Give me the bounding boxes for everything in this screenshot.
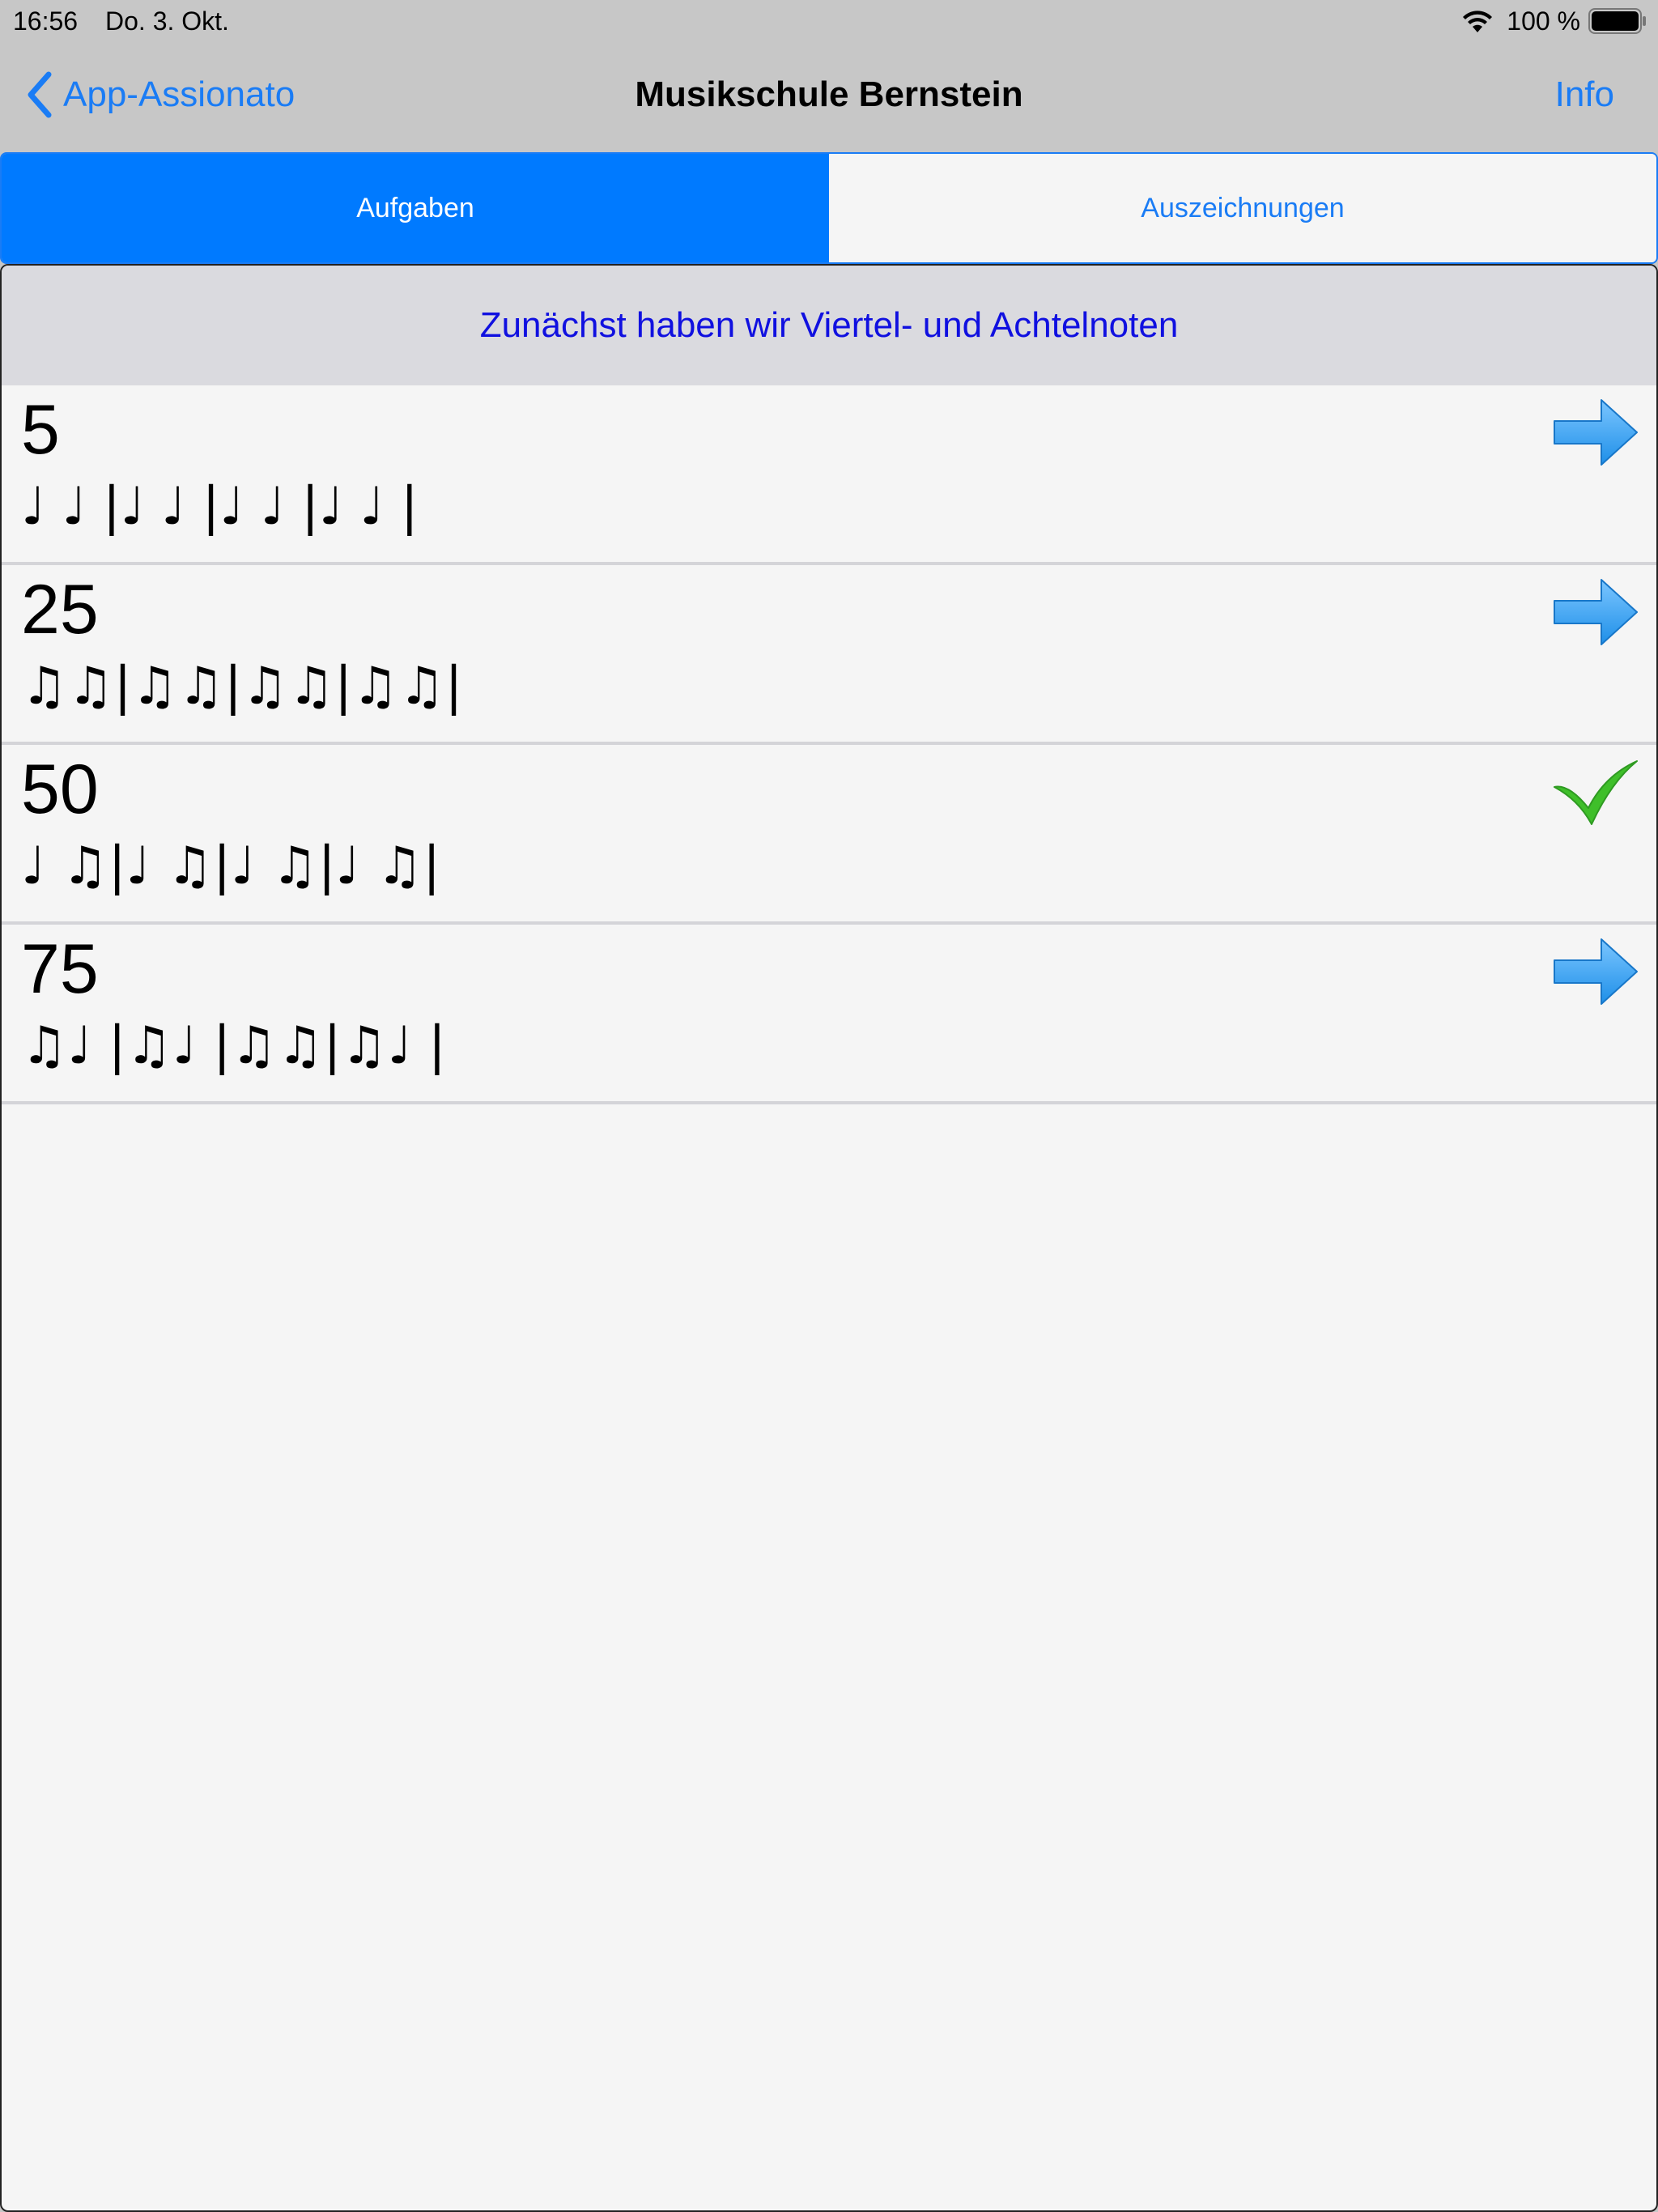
checkmark-icon	[1551, 751, 1640, 832]
task-rhythm: ♩ ♩ |♩ ♩ |♩ ♩ |♩ ♩ |	[21, 477, 419, 537]
back-button-label: App-Assionato	[63, 74, 295, 114]
arrow-right-icon	[1551, 572, 1640, 653]
task-number: 5	[21, 391, 60, 469]
tab-aufgaben[interactable]: Aufgaben	[2, 154, 829, 262]
segmented-control: Aufgaben Auszeichnungen	[0, 152, 1658, 264]
task-row-3[interactable]: 75 ♫♩ |♫♩ |♫♫|♫♩ |	[2, 925, 1656, 1104]
task-rhythm: ♫♩ |♫♩ |♫♫|♫♩ |	[21, 1016, 446, 1076]
task-number: 50	[21, 751, 99, 828]
battery-percent: 100 %	[1507, 6, 1580, 36]
status-indicators: 100 %	[1461, 5, 1647, 37]
arrow-right-icon	[1551, 931, 1640, 1012]
tab-auszeichnungen[interactable]: Auszeichnungen	[829, 154, 1656, 262]
task-list-panel: Zunächst haben wir Viertel- und Achtelno…	[0, 264, 1658, 2212]
task-number: 75	[21, 930, 99, 1008]
info-button[interactable]: Info	[1555, 74, 1614, 115]
arrow-right-icon	[1551, 392, 1640, 473]
section-header: Zunächst haben wir Viertel- und Achtelno…	[2, 266, 1656, 385]
task-row-0[interactable]: 5 ♩ ♩ |♩ ♩ |♩ ♩ |♩ ♩ |	[2, 385, 1656, 565]
status-bar: 16:56 Do. 3. Okt. 100 %	[0, 0, 1658, 44]
task-row-1[interactable]: 25 ♫♫|♫♫|♫♫|♫♫|	[2, 565, 1656, 745]
task-row-2[interactable]: 50 ♩ ♫|♩ ♫|♩ ♫|♩ ♫|	[2, 745, 1656, 925]
navigation-bar: App-Assionato Musikschule Bernstein Info	[0, 44, 1658, 152]
task-number: 25	[21, 571, 99, 649]
chevron-left-icon	[28, 71, 52, 118]
task-rhythm: ♫♫|♫♫|♫♫|♫♫|	[21, 657, 463, 717]
wifi-icon	[1463, 11, 1493, 32]
back-button[interactable]: App-Assionato	[24, 71, 295, 118]
status-time: 16:56	[13, 6, 79, 36]
status-date: Do. 3. Okt.	[105, 6, 229, 36]
task-rhythm: ♩ ♫|♩ ♫|♩ ♫|♩ ♫|	[21, 836, 440, 896]
battery-icon	[1588, 8, 1646, 34]
